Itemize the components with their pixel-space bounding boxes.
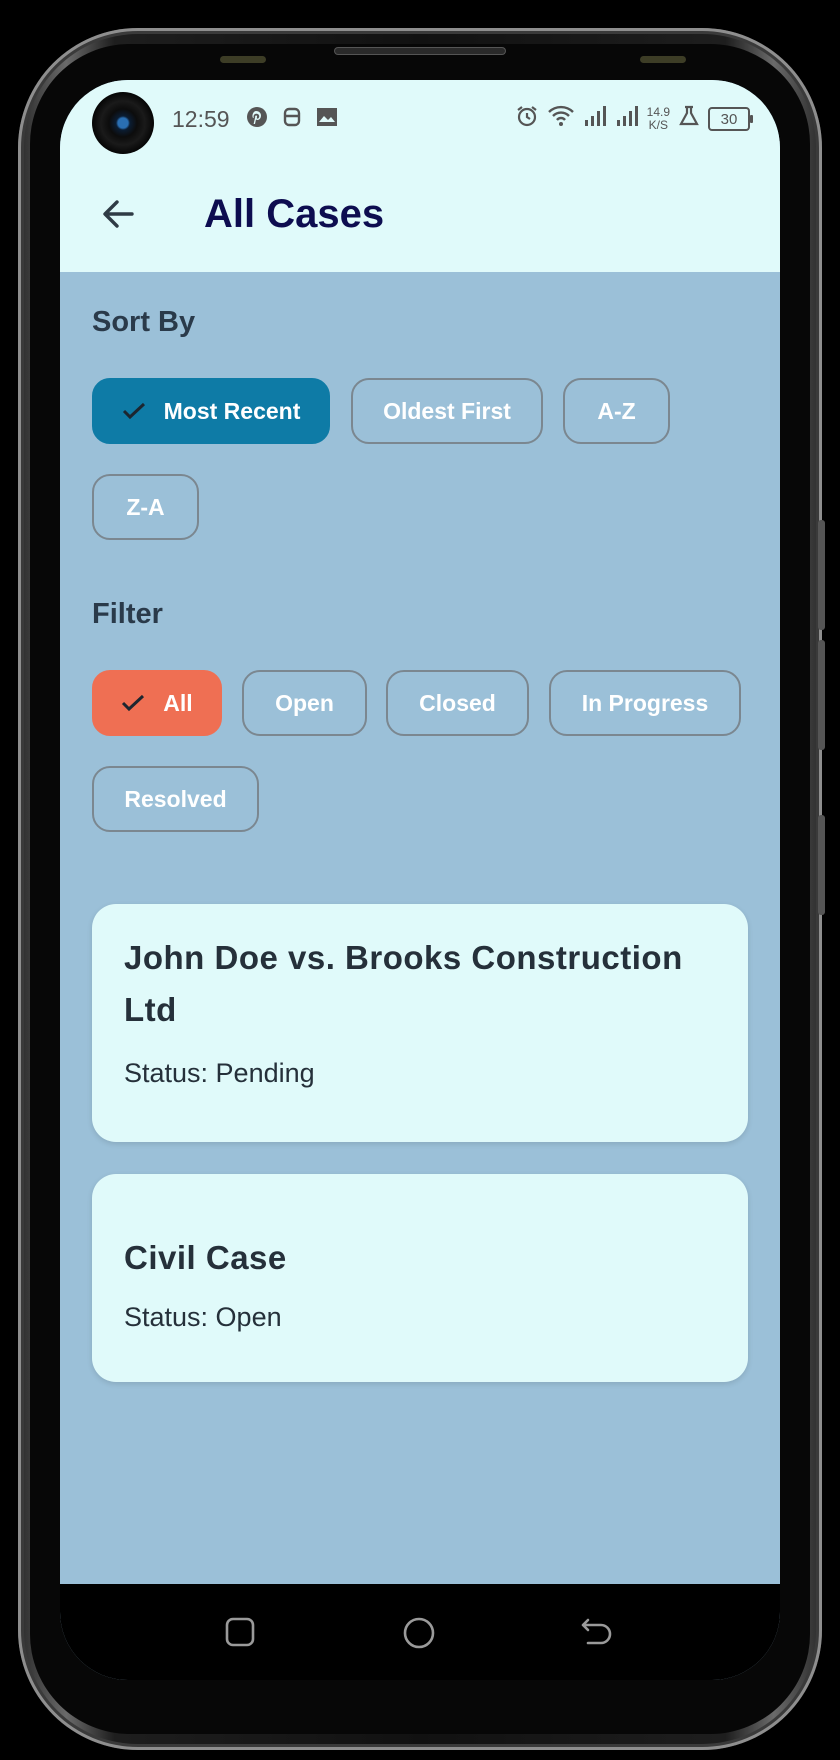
home-icon[interactable] (402, 1616, 436, 1655)
lab-icon (678, 105, 700, 133)
case-title: John Doe vs. Brooks Construction Ltd (124, 939, 683, 1028)
sort-chip-most-recent[interactable]: Most Recent (92, 378, 330, 444)
check-icon (122, 402, 145, 420)
back-button[interactable] (84, 180, 152, 248)
gallery-icon (316, 106, 338, 134)
front-camera (92, 92, 154, 154)
power-button (818, 815, 825, 915)
sort-chip-oldest-first[interactable]: Oldest First (351, 378, 543, 444)
system-nav-bar (60, 1584, 780, 1680)
wifi-icon (547, 104, 575, 134)
sort-chip-a-z[interactable]: A-Z (563, 378, 670, 444)
back-nav-icon[interactable] (580, 1616, 614, 1653)
chip-label: Z-A (126, 493, 165, 520)
status-icons: 14.9 K/S 30 (515, 104, 753, 134)
filter-section-title: Filter (92, 598, 163, 630)
alarm-icon (515, 104, 539, 134)
recent-apps-icon[interactable] (224, 1616, 256, 1653)
check-icon (122, 694, 145, 712)
battery-indicator: 30 (708, 107, 753, 131)
case-status: Status: Open (124, 1302, 282, 1332)
signal-icon (583, 105, 607, 133)
chip-label: Closed (419, 689, 496, 716)
net-speed-unit: K/S (648, 118, 668, 132)
chip-label: Most Recent (163, 397, 301, 424)
net-speed: 14.9 K/S (647, 106, 670, 132)
case-status: Status: Pending (124, 1058, 315, 1088)
filter-chip-all[interactable]: All (92, 670, 222, 736)
signal-icon (615, 105, 639, 133)
status-time: 12:59 (172, 106, 230, 132)
chip-label: Resolved (124, 785, 227, 812)
filter-chip-open[interactable]: Open (242, 670, 367, 736)
volume-up-button (818, 520, 825, 630)
earpiece-speaker (335, 48, 505, 54)
screen: 12:59 14.9 K/S 30 All Cases Sort By Most… (60, 80, 780, 1680)
notification-icon (282, 106, 302, 134)
case-card[interactable]: Civil Case Status: Open (92, 1174, 748, 1382)
pinterest-icon (246, 106, 268, 134)
sort-section-title: Sort By (92, 306, 196, 338)
chip-label: In Progress (581, 689, 709, 716)
chip-label: Open (275, 689, 334, 716)
volume-down-button (818, 640, 825, 750)
case-card[interactable]: John Doe vs. Brooks Construction Ltd Sta… (92, 904, 748, 1142)
chip-label: A-Z (597, 397, 636, 424)
chip-label: Oldest First (383, 397, 511, 424)
arrow-left-icon (103, 200, 134, 228)
filter-chip-closed[interactable]: Closed (386, 670, 529, 736)
case-title: Civil Case (124, 1239, 287, 1276)
filter-chip-resolved[interactable]: Resolved (92, 766, 259, 832)
chip-label: All (163, 689, 193, 716)
filter-chip-in-progress[interactable]: In Progress (549, 670, 741, 736)
sensor (640, 56, 686, 63)
sensor (220, 56, 266, 63)
sort-chip-z-a[interactable]: Z-A (92, 474, 199, 540)
page-title: All Cases (204, 192, 385, 236)
app-header: 12:59 14.9 K/S 30 All Cases (60, 80, 780, 272)
